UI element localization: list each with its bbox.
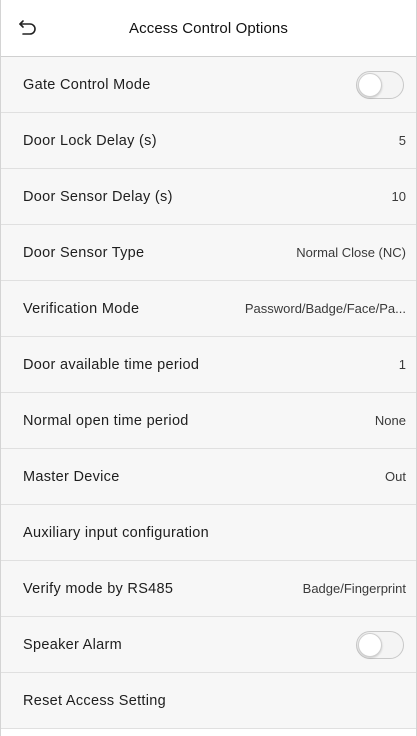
row-value: Out [385, 469, 406, 484]
row-value: Badge/Fingerprint [302, 581, 406, 596]
back-arrow-icon [19, 20, 36, 35]
row-label: Gate Control Mode [23, 76, 151, 93]
row-door-sensor-delay[interactable]: Door Sensor Delay (s) 10 [1, 169, 416, 225]
row-door-sensor-type[interactable]: Door Sensor Type Normal Close (NC) [1, 225, 416, 281]
row-label: Verification Mode [23, 300, 140, 317]
access-control-options-screen: Access Control Options Gate Control Mode… [0, 0, 417, 736]
settings-list: Gate Control Mode Door Lock Delay (s) 5 … [1, 57, 416, 729]
row-verify-mode-by-rs485[interactable]: Verify mode by RS485 Badge/Fingerprint [1, 561, 416, 617]
row-label: Reset Access Setting [23, 692, 167, 709]
toggle-knob [358, 632, 382, 657]
row-value: 5 [398, 133, 406, 148]
row-label: Speaker Alarm [23, 636, 122, 653]
row-label: Master Device [23, 468, 120, 485]
row-speaker-alarm[interactable]: Speaker Alarm [1, 617, 416, 673]
row-label: Verify mode by RS485 [23, 580, 174, 597]
speaker-alarm-toggle[interactable] [356, 630, 404, 659]
row-label: Auxiliary input configuration [23, 524, 210, 541]
row-value: None [374, 413, 406, 428]
row-door-lock-delay[interactable]: Door Lock Delay (s) 5 [1, 113, 416, 169]
row-label: Door Lock Delay (s) [23, 132, 157, 149]
row-verification-mode[interactable]: Verification Mode Password/Badge/Face/Pa… [1, 281, 416, 337]
toggle-knob [358, 72, 382, 97]
back-button[interactable] [13, 13, 43, 43]
row-normal-open-time-period[interactable]: Normal open time period None [1, 393, 416, 449]
row-reset-access-setting[interactable]: Reset Access Setting [1, 673, 416, 729]
row-value: 1 [398, 357, 406, 372]
header-bar: Access Control Options [1, 0, 416, 57]
row-gate-control-mode[interactable]: Gate Control Mode [1, 57, 416, 113]
gate-control-mode-toggle[interactable] [356, 70, 404, 99]
row-master-device[interactable]: Master Device Out [1, 449, 416, 505]
row-label: Door Sensor Type [23, 244, 145, 261]
row-label: Door Sensor Delay (s) [23, 188, 173, 205]
row-label: Door available time period [23, 356, 200, 373]
page-title: Access Control Options [129, 19, 288, 37]
row-value: Normal Close (NC) [296, 245, 406, 260]
row-label: Normal open time period [23, 412, 189, 429]
row-auxiliary-input-configuration[interactable]: Auxiliary input configuration [1, 505, 416, 561]
row-door-available-time-period[interactable]: Door available time period 1 [1, 337, 416, 393]
row-value: Password/Badge/Face/Pa... [244, 301, 406, 316]
row-value: 10 [391, 189, 406, 204]
